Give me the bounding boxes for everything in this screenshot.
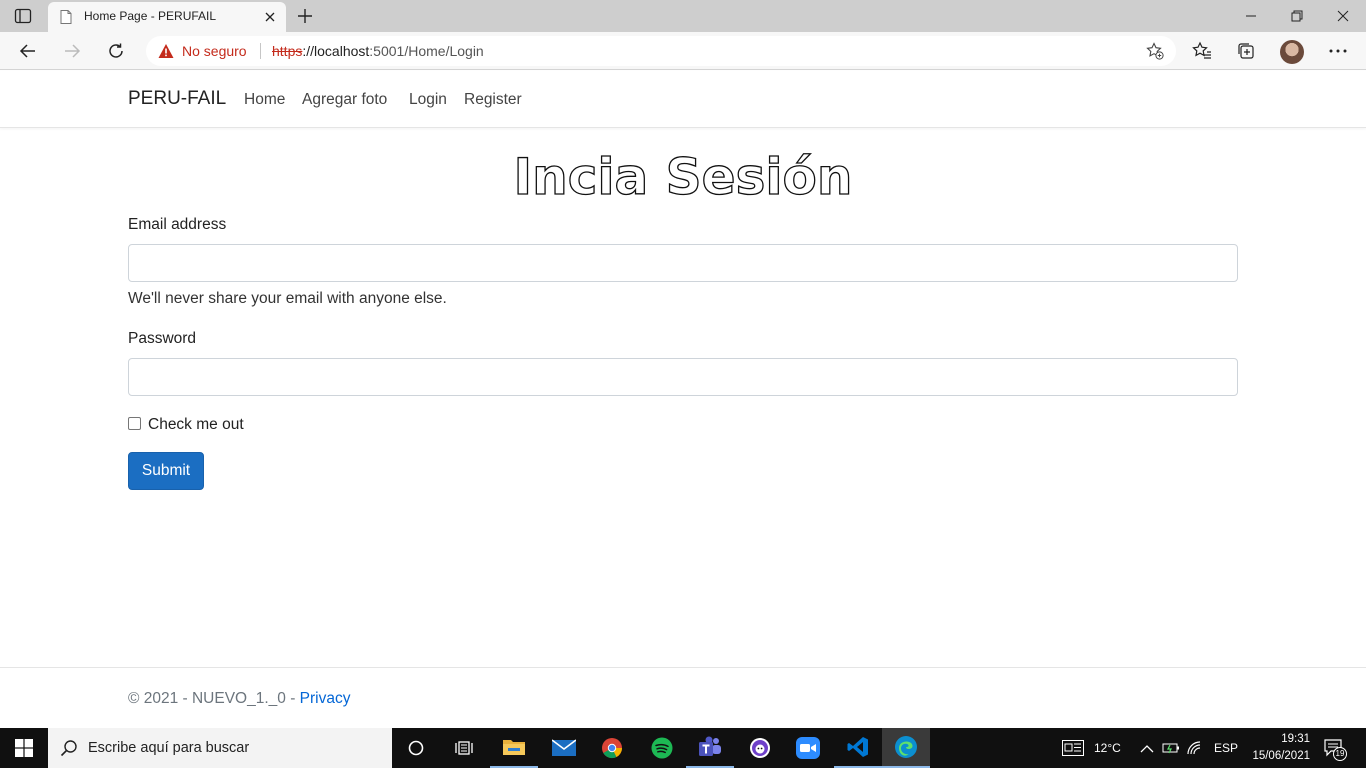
nav-link-login[interactable]: Login <box>409 91 447 109</box>
close-window-icon[interactable] <box>1320 0 1366 32</box>
clock-time: 19:31 <box>1281 733 1310 745</box>
browser-toolbar: No seguro https://localhost:5001/Home/Lo… <box>0 32 1366 70</box>
url-path: :5001/Home/Login <box>369 43 484 59</box>
nav-link-agregar-foto[interactable]: Agregar foto <box>302 91 387 109</box>
cortana-icon[interactable] <box>392 728 440 768</box>
tab-actions-icon[interactable] <box>14 8 32 24</box>
chevron-up-icon[interactable] <box>1140 742 1154 754</box>
task-view-icon[interactable] <box>440 728 488 768</box>
warning-icon[interactable] <box>158 43 174 59</box>
check-me-out-checkbox[interactable] <box>128 417 141 430</box>
vscode-icon[interactable] <box>834 728 882 768</box>
site-brand[interactable]: PERU-FAIL <box>128 88 226 110</box>
privacy-link[interactable]: Privacy <box>300 690 351 707</box>
github-desktop-icon[interactable] <box>736 728 784 768</box>
nav-link-home[interactable]: Home <box>244 91 285 109</box>
notification-count-badge: 19 <box>1333 747 1347 761</box>
browser-tab[interactable]: Home Page - PERUFAIL <box>48 2 286 32</box>
url-host: ://localhost <box>302 43 370 59</box>
search-placeholder: Escribe aquí para buscar <box>88 740 250 756</box>
collections-icon[interactable] <box>1236 41 1256 61</box>
password-label: Password <box>128 330 197 347</box>
taskbar-search-box[interactable]: Escribe aquí para buscar <box>48 728 392 768</box>
windows-start-icon[interactable] <box>0 728 48 768</box>
address-bar[interactable]: No seguro https://localhost:5001/Home/Lo… <box>146 36 1176 66</box>
url-scheme: https <box>272 43 303 59</box>
file-explorer-icon[interactable] <box>490 728 538 768</box>
email-help-text: We'll never share your email with anyone… <box>128 290 447 307</box>
minimize-icon[interactable] <box>1228 0 1274 32</box>
refresh-icon[interactable] <box>106 41 126 61</box>
submit-button[interactable]: Submit <box>128 452 204 490</box>
profile-avatar[interactable] <box>1280 40 1304 64</box>
add-favorite-icon[interactable] <box>1146 42 1164 60</box>
nav-link-register[interactable]: Register <box>464 91 522 109</box>
copyright-text: © 2021 - NUEVO_1._0 - <box>128 690 300 707</box>
windows-taskbar: Escribe aquí para buscar 12°C ESP 19:31 … <box>0 728 1366 768</box>
address-divider <box>260 43 261 59</box>
close-tab-icon[interactable] <box>262 9 278 25</box>
wifi-icon[interactable] <box>1186 740 1204 756</box>
favorites-icon[interactable] <box>1192 41 1212 61</box>
site-navbar: PERU-FAIL Home Agregar foto Login Regist… <box>0 71 1366 128</box>
chrome-icon[interactable] <box>588 728 636 768</box>
page-title: Incia Sesión <box>513 147 853 206</box>
edge-icon[interactable] <box>882 728 930 768</box>
site-footer: © 2021 - NUEVO_1._0 - Privacy <box>0 667 1366 728</box>
search-icon <box>60 739 78 757</box>
back-icon[interactable] <box>18 41 38 61</box>
more-options-icon[interactable] <box>1328 41 1348 61</box>
battery-icon[interactable] <box>1162 740 1180 756</box>
zoom-icon[interactable] <box>784 728 832 768</box>
forward-icon[interactable] <box>62 41 82 61</box>
password-input[interactable] <box>128 358 1238 396</box>
page-favicon-icon <box>58 9 74 25</box>
mail-icon[interactable] <box>540 728 588 768</box>
clock[interactable]: 19:31 15/06/2021 <box>1244 731 1310 765</box>
security-label[interactable]: No seguro <box>182 43 247 59</box>
new-tab-icon[interactable] <box>296 7 314 25</box>
email-input[interactable] <box>128 244 1238 282</box>
spotify-icon[interactable] <box>638 728 686 768</box>
temperature-text[interactable]: 12°C <box>1094 741 1121 755</box>
tab-title: Home Page - PERUFAIL <box>84 9 217 23</box>
news-widget-icon[interactable] <box>1062 740 1084 756</box>
language-indicator[interactable]: ESP <box>1214 741 1238 755</box>
clock-date: 15/06/2021 <box>1252 750 1310 762</box>
footer-text: © 2021 - NUEVO_1._0 - Privacy <box>128 690 351 708</box>
email-label: Email address <box>128 216 227 233</box>
browser-tab-strip: Home Page - PERUFAIL <box>0 0 1366 32</box>
notifications-icon[interactable]: 19 <box>1324 738 1347 761</box>
url-text[interactable]: https://localhost:5001/Home/Login <box>272 43 484 59</box>
checkbox-label[interactable]: Check me out <box>148 416 244 434</box>
teams-icon[interactable] <box>686 728 734 768</box>
restore-icon[interactable] <box>1274 0 1320 32</box>
